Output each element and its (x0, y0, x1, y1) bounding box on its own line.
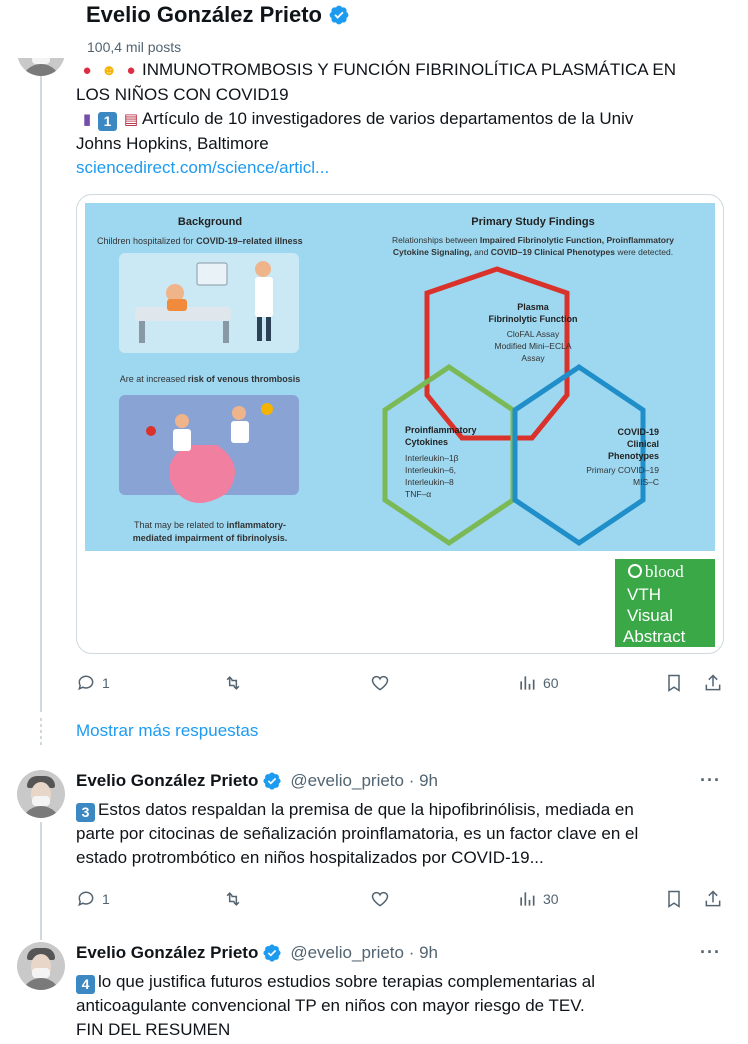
svg-text:Interleukin–8: Interleukin–8 (405, 477, 454, 487)
svg-text:Abstract: Abstract (623, 627, 686, 646)
bookmark-button[interactable] (664, 673, 684, 693)
svg-text:Relationships between Impaired: Relationships between Impaired Fibrinoly… (392, 235, 674, 245)
svg-text:Fibrinolytic Function: Fibrinolytic Function (489, 314, 578, 324)
tweet-meta: Evelio González Prieto @evelio_prieto · … (76, 771, 438, 791)
views-button[interactable]: 60 (517, 673, 559, 693)
svg-text:Cytokine Signaling, and COVID–: Cytokine Signaling, and COVID–19 Clinica… (393, 247, 673, 257)
verified-badge-icon (263, 944, 281, 962)
views-button[interactable]: 30 (517, 889, 559, 909)
like-button[interactable] (370, 889, 390, 909)
svg-text:mediated impairment of fibrino: mediated impairment of fibrinolysis. (133, 533, 288, 543)
retweet-button[interactable] (223, 673, 243, 693)
svg-text:MIS–C: MIS–C (633, 477, 659, 487)
tweet-text: ● ☻ ● INMUNOTROMBOSIS Y FUNCIÓN FIBRINOLÍTI… (76, 60, 677, 177)
analytics-icon (520, 676, 535, 690)
svg-text:Clinical: Clinical (627, 439, 659, 449)
svg-text:That may be related to inflamm: That may be related to inflammatory- (134, 520, 286, 530)
analytics-icon (520, 892, 535, 906)
reply-button[interactable]: 1 (76, 889, 110, 909)
svg-text:Assay: Assay (521, 353, 545, 363)
svg-text:Are at increased risk of venou: Are at increased risk of venous thrombos… (120, 374, 301, 384)
bookmark-button[interactable] (664, 889, 684, 909)
background-title: Background (178, 216, 242, 228)
avatar[interactable] (17, 770, 65, 818)
thread-line (40, 822, 42, 940)
svg-text:Children hospitalized for COVI: Children hospitalized for COVID-19–relat… (97, 236, 303, 246)
verified-badge-icon (329, 5, 349, 25)
reply-button[interactable]: 1 (76, 673, 110, 693)
svg-text:Cytokines: Cytokines (405, 437, 448, 447)
heart-icon (371, 891, 389, 907)
retweet-button[interactable] (223, 889, 243, 909)
author-name[interactable]: Evelio González Prieto (76, 943, 258, 963)
verified-badge-icon (263, 772, 281, 790)
bookmark-icon (668, 674, 680, 692)
us-flag-icon: ▤ (123, 111, 139, 128)
svg-text:Primary COVID–19: Primary COVID–19 (586, 465, 659, 475)
visual-abstract-graphic: Background Children hospitalized for COV… (85, 203, 715, 647)
reply-icon (78, 675, 94, 691)
blood-drop-icon: ● (126, 62, 136, 79)
profile-header: Evelio González Prieto 100,4 mil posts (0, 0, 748, 58)
author-handle-time[interactable]: @evelio_prieto · 9h (290, 771, 438, 791)
keycap-number-icon: 3 (76, 803, 95, 822)
more-options-button[interactable]: ··· (700, 942, 721, 963)
tweet-text: 3 Estos datos respaldan la premisa de que… (76, 800, 639, 867)
visual-abstract-image[interactable]: Background Children hospitalized for COV… (76, 194, 724, 654)
profile-name[interactable]: Evelio González Prieto (86, 2, 322, 28)
post-count: 100,4 mil posts (87, 39, 182, 55)
retweet-icon (226, 676, 240, 690)
svg-text:Plasma: Plasma (517, 302, 550, 312)
tweet-actions: 1 60 (76, 673, 724, 697)
tweet-meta: Evelio González Prieto @evelio_prieto · … (76, 943, 438, 963)
svg-text:Phenotypes: Phenotypes (608, 451, 659, 461)
share-button[interactable] (703, 673, 723, 693)
svg-text:Visual: Visual (627, 606, 673, 625)
tweet-text: 4 lo que justifica futuros estudios sobre… (76, 972, 596, 1039)
virus-face-icon: ☻ (101, 62, 117, 79)
heart-icon (371, 675, 389, 691)
like-button[interactable] (370, 673, 390, 693)
article-link[interactable]: sciencedirect.com/science/articl... (76, 158, 329, 177)
svg-text:CloFAL Assay: CloFAL Assay (507, 329, 560, 339)
share-icon (705, 890, 721, 907)
more-options-button[interactable]: ··· (700, 770, 721, 791)
share-button[interactable] (703, 889, 723, 909)
svg-text:blood: blood (645, 562, 684, 581)
thread-spool-icon: ▮ (82, 111, 92, 128)
svg-text:TNF–α: TNF–α (405, 489, 431, 499)
thread-line (40, 76, 42, 712)
findings-title: Primary Study Findings (471, 216, 594, 228)
thread-gap-indicator (40, 718, 42, 748)
author-name[interactable]: Evelio González Prieto (76, 771, 258, 791)
blood-drop-icon: ● (82, 62, 92, 79)
svg-text:Modified Mini–ECLA: Modified Mini–ECLA (494, 341, 571, 351)
avatar[interactable] (17, 942, 65, 990)
author-handle-time[interactable]: @evelio_prieto · 9h (290, 943, 438, 963)
svg-text:Interleukin–6,: Interleukin–6, (405, 465, 456, 475)
share-icon (705, 674, 721, 691)
svg-text:COVID-19: COVID-19 (617, 427, 659, 437)
svg-text:Interleukin–1β: Interleukin–1β (405, 453, 459, 463)
keycap-number-icon: 4 (76, 975, 95, 994)
svg-text:Proinflammatory: Proinflammatory (405, 425, 477, 435)
keycap-number-icon: 1 (98, 112, 117, 131)
tweet-actions: 1 30 (76, 889, 724, 913)
bookmark-icon (668, 890, 680, 908)
show-more-replies-link[interactable]: Mostrar más respuestas (76, 721, 258, 741)
reply-icon (78, 891, 94, 907)
svg-text:VTH: VTH (627, 585, 661, 604)
profile-name-row: Evelio González Prieto (86, 2, 350, 28)
retweet-icon (226, 892, 240, 906)
